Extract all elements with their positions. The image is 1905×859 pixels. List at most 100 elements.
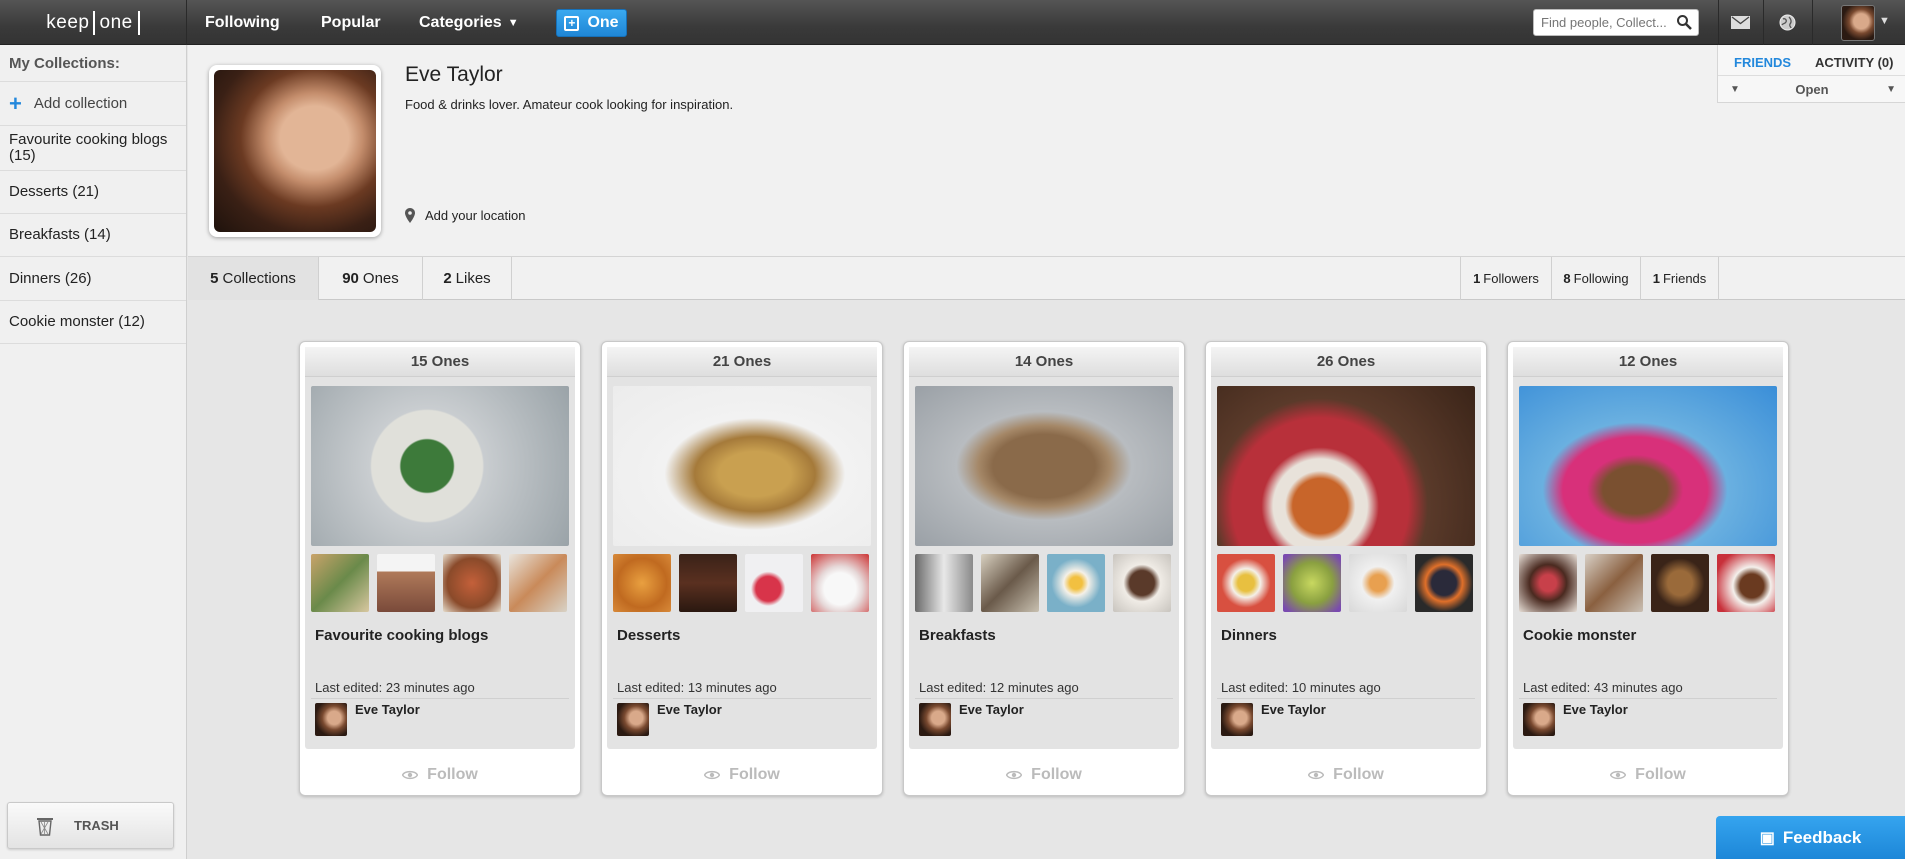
followers-link[interactable]: 1 Followers bbox=[1460, 257, 1551, 300]
tab-ones[interactable]: 90 Ones bbox=[319, 257, 423, 300]
card-thumbnail[interactable] bbox=[745, 554, 803, 612]
search-input[interactable] bbox=[1533, 9, 1699, 36]
tab-collections[interactable]: 5 Collections bbox=[188, 257, 319, 300]
card-cover-image[interactable] bbox=[915, 386, 1173, 546]
add-location-link[interactable]: Add your location bbox=[405, 208, 525, 223]
collection-card[interactable]: 21 Ones Desserts Last edited: 13 minutes… bbox=[601, 341, 883, 796]
card-last-edited: Last edited: 12 minutes ago bbox=[919, 680, 1079, 695]
card-thumbnail[interactable] bbox=[443, 554, 501, 612]
open-panel-toggle[interactable]: ▼ Open ▼ bbox=[1718, 75, 1905, 102]
collection-card[interactable]: 15 Ones Favourite cooking blogs Last edi… bbox=[299, 341, 581, 796]
card-thumbnail[interactable] bbox=[915, 554, 973, 612]
user-avatar[interactable] bbox=[1841, 5, 1875, 41]
nav-following[interactable]: Following bbox=[205, 0, 280, 45]
sidebar-item-cookie-monster[interactable]: Cookie monster (12) bbox=[0, 301, 186, 344]
card-author[interactable]: Eve Taylor bbox=[1261, 702, 1326, 717]
card-title[interactable]: Favourite cooking blogs bbox=[315, 627, 488, 644]
chevron-down-icon: ▼ bbox=[1730, 84, 1740, 95]
stats-bar: 5 Collections 90 Ones 2 Likes 1 Followers 8F… bbox=[188, 256, 1905, 300]
card-body: 14 Ones Breakfasts Last edited: 12 minut… bbox=[909, 347, 1179, 749]
social-count: 8 bbox=[1563, 271, 1571, 286]
chevron-down-icon[interactable]: ▼ bbox=[1879, 15, 1890, 27]
follow-button[interactable]: Follow bbox=[300, 754, 580, 795]
card-cover-image[interactable] bbox=[311, 386, 569, 546]
card-cover-image[interactable] bbox=[1217, 386, 1475, 546]
card-title[interactable]: Cookie monster bbox=[1523, 627, 1636, 644]
card-author[interactable]: Eve Taylor bbox=[657, 702, 722, 717]
tab-activity[interactable]: ACTIVITY (0) bbox=[1815, 55, 1894, 70]
divider bbox=[915, 698, 1173, 699]
follow-button[interactable]: Follow bbox=[1206, 754, 1486, 795]
card-cover-image[interactable] bbox=[1519, 386, 1777, 546]
nav-popular[interactable]: Popular bbox=[321, 0, 381, 45]
trash-button[interactable]: TRASH bbox=[7, 802, 174, 849]
card-title[interactable]: Breakfasts bbox=[919, 627, 996, 644]
add-one-label: One bbox=[587, 14, 619, 31]
card-title[interactable]: Dinners bbox=[1221, 627, 1277, 644]
sidebar-item-breakfasts[interactable]: Breakfasts (14) bbox=[0, 214, 186, 257]
friends-link[interactable]: 1 Friends bbox=[1640, 257, 1719, 300]
tab-friends[interactable]: FRIENDS bbox=[1734, 55, 1791, 70]
author-avatar[interactable] bbox=[1221, 703, 1253, 736]
search-icon[interactable] bbox=[1676, 14, 1692, 30]
card-last-edited: Last edited: 23 minutes ago bbox=[315, 680, 475, 695]
card-last-edited: Last edited: 10 minutes ago bbox=[1221, 680, 1381, 695]
card-thumbnail[interactable] bbox=[377, 554, 435, 612]
card-thumbnail[interactable] bbox=[1519, 554, 1577, 612]
keepone-logo[interactable]: keep one bbox=[0, 0, 187, 45]
collection-card[interactable]: 12 Ones Cookie monster Last edited: 43 m… bbox=[1507, 341, 1789, 796]
card-cover-image[interactable] bbox=[613, 386, 871, 546]
author-avatar[interactable] bbox=[315, 703, 347, 736]
card-thumbnail[interactable] bbox=[1113, 554, 1171, 612]
location-pin-icon bbox=[405, 208, 415, 223]
nav-categories-label: Categories bbox=[419, 13, 502, 31]
card-thumbnail[interactable] bbox=[1717, 554, 1775, 612]
sidebar-item-favourite-cooking-blogs[interactable]: Favourite cooking blogs (15) bbox=[0, 126, 186, 171]
tab-likes[interactable]: 2 Likes bbox=[423, 257, 512, 300]
feedback-button[interactable]: ▣ Feedback bbox=[1716, 816, 1905, 859]
speech-bubble-icon: ▣ bbox=[1759, 829, 1775, 847]
add-one-button[interactable]: + One bbox=[556, 9, 627, 37]
mail-icon[interactable] bbox=[1731, 16, 1750, 29]
author-avatar[interactable] bbox=[617, 703, 649, 736]
sidebar-item-desserts[interactable]: Desserts (21) bbox=[0, 171, 186, 214]
follow-button[interactable]: Follow bbox=[904, 754, 1184, 795]
follow-button[interactable]: Follow bbox=[602, 754, 882, 795]
globe-icon[interactable] bbox=[1779, 14, 1796, 31]
card-thumbnail[interactable] bbox=[509, 554, 567, 612]
nav-categories[interactable]: Categories ▼ bbox=[419, 0, 519, 45]
card-thumbnail[interactable] bbox=[811, 554, 869, 612]
card-author[interactable]: Eve Taylor bbox=[959, 702, 1024, 717]
stat-count: 90 bbox=[342, 270, 359, 287]
add-collection-button[interactable]: + Add collection bbox=[0, 82, 186, 126]
card-thumbnail[interactable] bbox=[613, 554, 671, 612]
card-thumbnail[interactable] bbox=[981, 554, 1039, 612]
collection-card[interactable]: 26 Ones Dinners Last edited: 10 minutes … bbox=[1205, 341, 1487, 796]
author-avatar[interactable] bbox=[919, 703, 951, 736]
sidebar-item-dinners[interactable]: Dinners (26) bbox=[0, 257, 186, 301]
card-thumbnail[interactable] bbox=[679, 554, 737, 612]
author-avatar[interactable] bbox=[1523, 703, 1555, 736]
card-thumbnail[interactable] bbox=[1415, 554, 1473, 612]
collection-card[interactable]: 14 Ones Breakfasts Last edited: 12 minut… bbox=[903, 341, 1185, 796]
card-thumbnail[interactable] bbox=[1651, 554, 1709, 612]
chevron-down-icon: ▼ bbox=[1886, 84, 1896, 95]
following-link[interactable]: 8 Following bbox=[1551, 257, 1640, 300]
trash-label: TRASH bbox=[74, 818, 119, 833]
profile-header: Eve Taylor Food & drinks lover. Amateur … bbox=[188, 45, 1905, 256]
follow-button[interactable]: Follow bbox=[1508, 754, 1788, 795]
profile-photo[interactable] bbox=[209, 65, 381, 237]
card-thumbnail[interactable] bbox=[1349, 554, 1407, 612]
card-thumbnail[interactable] bbox=[1585, 554, 1643, 612]
stat-count: 5 bbox=[210, 270, 219, 287]
stat-label: Ones bbox=[362, 270, 399, 287]
card-thumbnail[interactable] bbox=[1217, 554, 1275, 612]
card-author[interactable]: Eve Taylor bbox=[355, 702, 420, 717]
divider bbox=[613, 698, 871, 699]
card-author[interactable]: Eve Taylor bbox=[1563, 702, 1628, 717]
card-thumbnail[interactable] bbox=[1283, 554, 1341, 612]
card-thumbnail[interactable] bbox=[1047, 554, 1105, 612]
card-thumbnail[interactable] bbox=[311, 554, 369, 612]
stat-label: Collections bbox=[222, 270, 296, 287]
card-title[interactable]: Desserts bbox=[617, 627, 680, 644]
